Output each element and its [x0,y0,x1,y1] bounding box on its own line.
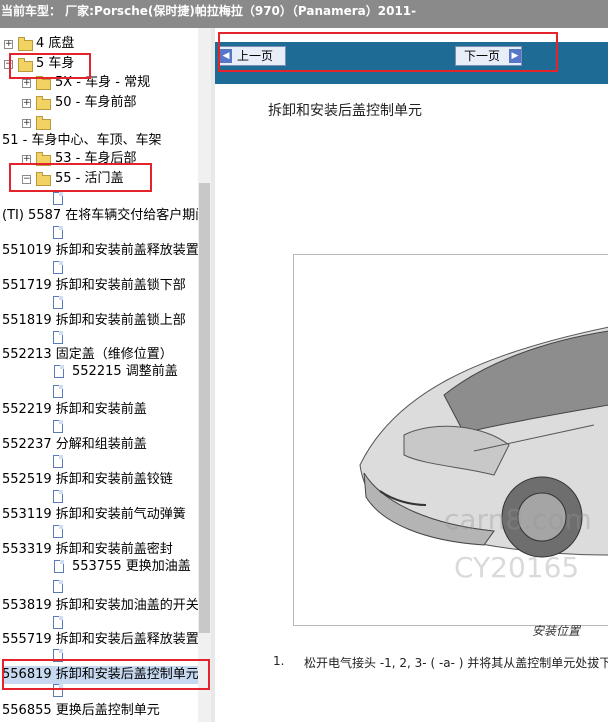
tree-item-556855[interactable]: 556855 更换后盖控制单元 [2,702,160,720]
document-icon [53,192,63,205]
document-icon [53,455,63,468]
tree-scrollbar[interactable] [198,28,211,722]
highlight-box-navigation [218,32,558,72]
tree-item-front-body[interactable]: 50 - 车身前部 [55,94,137,112]
document-title: 拆卸和安装后盖控制单元 [268,103,422,119]
tree-item-5587[interactable]: (TI) 5587 在将车辆交付给客户期间 [2,207,208,225]
tree-item-553819[interactable]: 553819 拆卸和安装加油盖的开关 [2,597,199,615]
tree-item-551019[interactable]: 551019 拆卸和安装前盖释放装置 [2,242,199,260]
collapse-toggle-icon[interactable]: + [4,40,13,49]
folder-icon [18,37,33,51]
document-icon [53,490,63,503]
tree-item-chassis[interactable]: 4 底盘 [36,35,74,53]
document-icon [53,296,63,309]
document-icon [54,365,64,378]
folder-icon [36,116,51,130]
tree-item-553119[interactable]: 553119 拆卸和安装前气动弹簧 [2,506,186,524]
tree-item-553319[interactable]: 553319 拆卸和安装前盖密封 [2,541,173,559]
tree-item-552213[interactable]: 552213 固定盖（维修位置） [2,346,173,364]
folder-icon [36,96,51,110]
tree-item-551719[interactable]: 551719 拆卸和安装前盖锁下部 [2,277,186,295]
step-number: 1. [273,654,285,668]
figure-caption: 安装位置 [532,624,581,638]
highlight-box-body [9,53,91,79]
tree-item-551819[interactable]: 551819 拆卸和安装前盖锁上部 [2,312,186,330]
document-icon [53,331,63,344]
highlight-box-lids [9,163,152,192]
tree-item-552215[interactable]: 552215 调整前盖 [72,363,178,381]
expand-toggle-icon[interactable]: + [22,79,31,88]
tree-item-555719[interactable]: 555719 拆卸和安装后盖释放装置 [2,631,199,649]
car-illustration: carn8.com CY20165 [293,254,608,626]
scrollbar-thumb[interactable] [199,183,210,633]
expand-toggle-icon[interactable]: + [22,119,31,128]
expand-toggle-icon[interactable]: + [22,99,31,108]
document-viewer: ◀ 上一页 下一页 ▶ 拆卸和安装后盖控制单元 carn8.com CY2016… [215,28,608,722]
folder-icon [36,76,51,90]
tree-item-553755[interactable]: 553755 更换加油盖 [72,558,191,576]
watermark-text: CY20165 [454,551,580,584]
navigation-tree[interactable]: + 4 底盘 − 5 车身 + 5X - 车身 - 常规 + 50 - 车身前部… [0,28,211,722]
watermark-text: carn8.com [444,503,592,536]
tree-item-body-center[interactable]: 51 - 车身中心、车顶、车架 [2,132,162,150]
document-icon [53,385,63,398]
document-icon [53,420,63,433]
document-icon [53,226,63,239]
highlight-box-selected-item [2,659,210,690]
document-icon [54,560,64,573]
step-text: 松开电气接头 -1, 2, 3- ( -a- ) 并将其从盖控制单元处拔下。 [304,656,608,670]
document-icon [53,580,63,593]
document-icon [53,616,63,629]
window-title: 当前车型： 厂家:Porsche(保时捷)帕拉梅拉（970）（Panamera）… [0,0,608,28]
document-icon [53,261,63,274]
tree-item-552237[interactable]: 552237 分解和组装前盖 [2,436,147,454]
tree-item-552519[interactable]: 552519 拆卸和安装前盖铰链 [2,471,173,489]
tree-item-552219[interactable]: 552219 拆卸和安装前盖 [2,401,147,419]
document-icon [53,525,63,538]
